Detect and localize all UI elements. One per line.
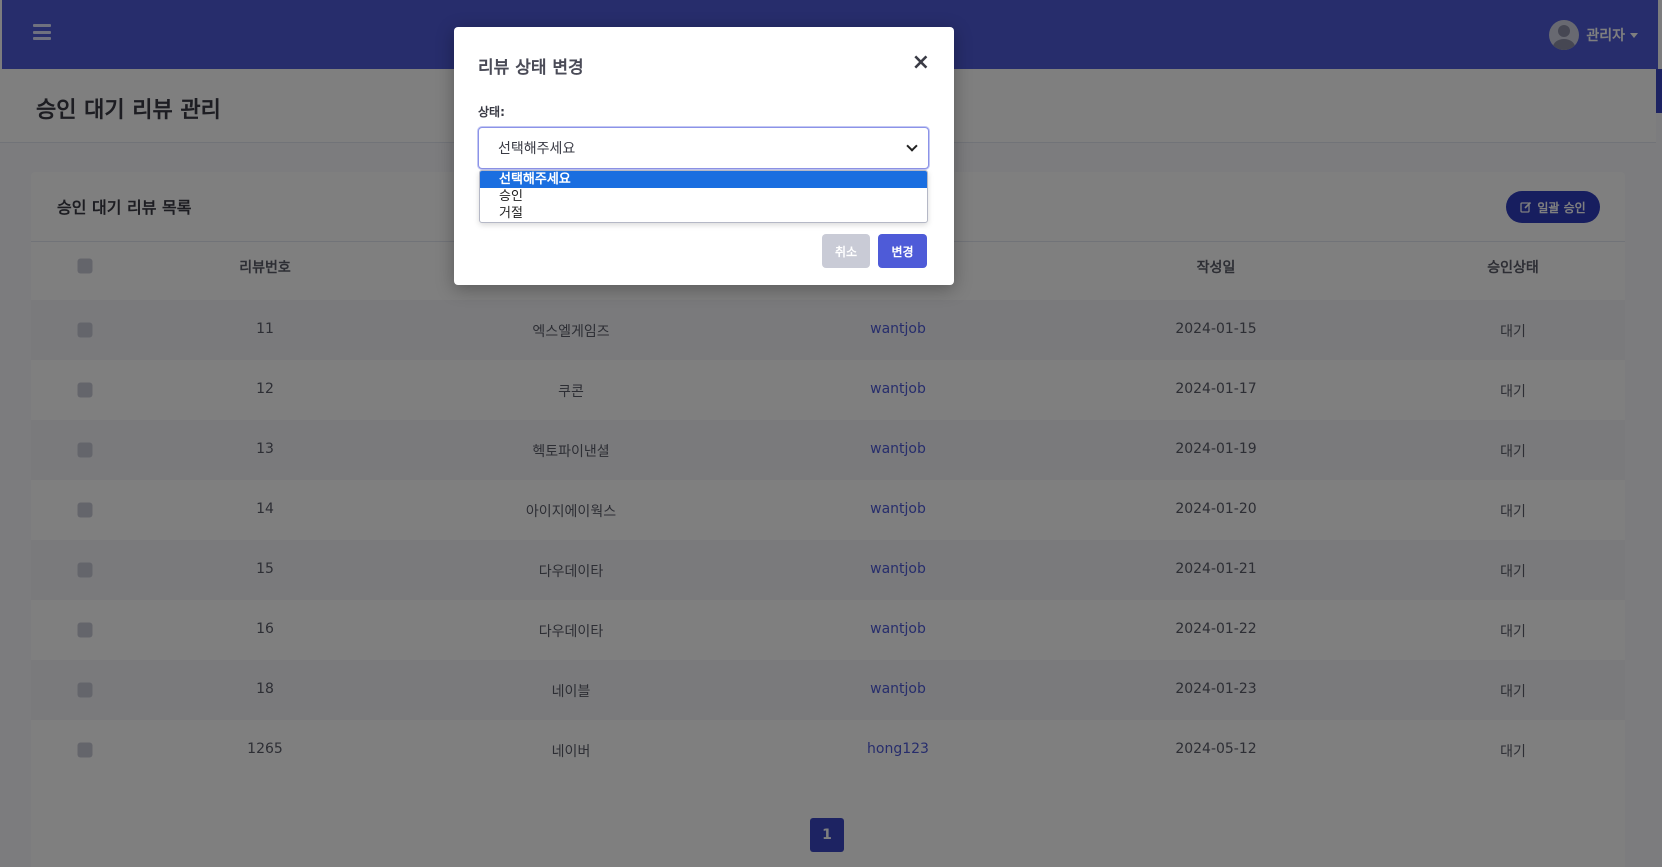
close-icon[interactable]: × bbox=[912, 52, 930, 74]
status-option-approve[interactable]: 승인 bbox=[480, 188, 927, 205]
cancel-button[interactable]: 취소 bbox=[822, 234, 870, 268]
status-dropdown: 선택해주세요 승인 거절 bbox=[479, 170, 928, 223]
modal-title: 리뷰 상태 변경 bbox=[478, 58, 584, 78]
status-select-value: 선택해주세요 bbox=[498, 141, 576, 157]
status-change-modal: 리뷰 상태 변경 × 상태: 선택해주세요 선택해주세요 승인 거절 취소 변경 bbox=[454, 27, 954, 285]
chevron-down-icon bbox=[906, 140, 918, 152]
status-option-placeholder[interactable]: 선택해주세요 bbox=[480, 171, 927, 188]
status-select[interactable]: 선택해주세요 bbox=[478, 127, 929, 169]
status-label: 상태: bbox=[478, 105, 505, 119]
status-option-reject[interactable]: 거절 bbox=[480, 205, 927, 222]
change-button[interactable]: 변경 bbox=[878, 234, 927, 268]
